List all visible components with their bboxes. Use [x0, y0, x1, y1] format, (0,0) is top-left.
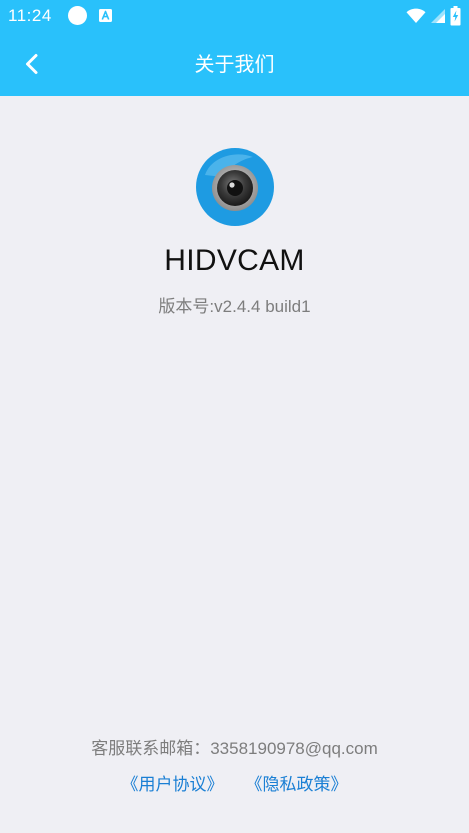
user-agreement-link[interactable]: 《用户协议》	[122, 770, 224, 795]
contact-email-line: 客服联系邮箱：3358190978@qq.com	[0, 734, 469, 759]
status-right-icons	[406, 5, 461, 27]
app-name: HIDVCAM	[164, 244, 305, 277]
legal-links: 《用户协议》 《隐私政策》	[0, 770, 469, 795]
battery-charging-icon	[450, 6, 461, 26]
app-header: 关于我们	[0, 32, 469, 96]
page-title: 关于我们	[194, 52, 275, 76]
status-time: 11:24	[8, 6, 52, 25]
about-us-screen: 11:24 关于我们 HIDVCAM 版本号:v2.4.4 build1 客服联…	[0, 0, 469, 833]
version-value: v2.4.4 build1	[214, 297, 311, 316]
status-bar: 11:24	[0, 0, 469, 32]
contact-label: 客服联系邮箱：	[91, 739, 211, 758]
version-info: 版本号:v2.4.4 build1	[0, 292, 469, 317]
camera-lens-logo-icon	[196, 148, 274, 226]
wifi-icon	[406, 8, 426, 23]
contact-email: 3358190978@qq.com	[210, 739, 378, 758]
top-bar-background: 11:24 关于我们	[0, 0, 469, 96]
cell-signal-icon	[431, 9, 445, 23]
version-label: 版本号:	[158, 297, 215, 316]
app-a-icon	[99, 9, 112, 22]
circle-notification-icon	[68, 6, 87, 25]
privacy-policy-link[interactable]: 《隐私政策》	[246, 770, 348, 795]
